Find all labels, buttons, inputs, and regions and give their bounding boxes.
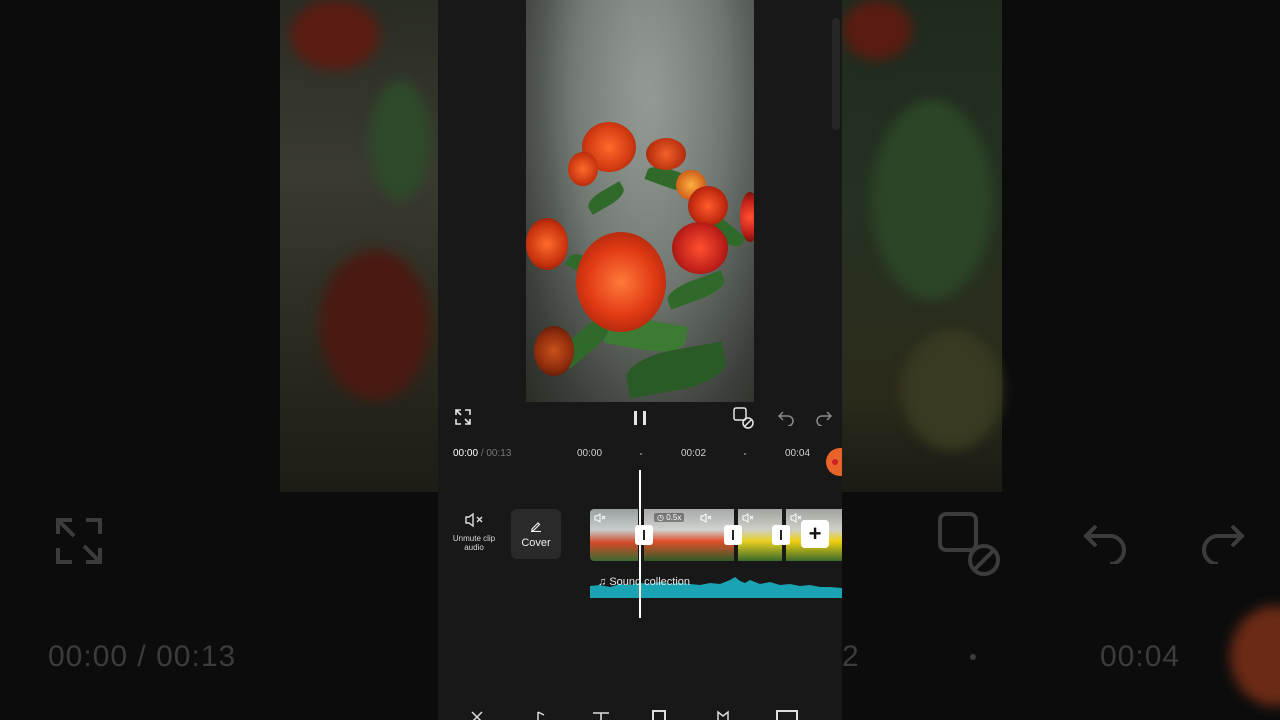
backdrop-undo-icon xyxy=(1082,520,1130,572)
record-button[interactable] xyxy=(826,448,842,476)
pencil-icon xyxy=(530,520,542,535)
backdrop-photo-right xyxy=(842,0,1002,492)
video-clip[interactable]: ◷ 0.5x xyxy=(644,509,734,561)
clip-muted-icon xyxy=(700,513,712,525)
backdrop-total-time: 00:13 xyxy=(156,640,237,673)
music-note-icon: ♫ xyxy=(598,576,607,588)
backdrop-dot xyxy=(970,654,976,660)
expand-icon[interactable] xyxy=(454,408,472,426)
backdrop-separator: / xyxy=(137,640,147,673)
backdrop-partial-time: 2 xyxy=(842,640,860,673)
unmute-label: Unmute clip audio xyxy=(452,534,496,552)
redo-icon[interactable] xyxy=(814,408,834,428)
toolbar-item-format[interactable] xyxy=(776,710,798,720)
unmute-clip-audio-button[interactable]: Unmute clip audio xyxy=(448,512,500,552)
audio-track[interactable]: ♫ Sound collection xyxy=(590,572,842,598)
bottom-toolbar xyxy=(438,706,842,720)
backdrop-current-time: 00:00 xyxy=(48,640,129,673)
keyframe-icon[interactable] xyxy=(732,406,756,430)
transition-button[interactable] xyxy=(772,525,790,545)
playback-controls xyxy=(438,402,842,442)
backdrop-keyframe-icon xyxy=(936,510,1006,588)
backdrop-right: 2 00:04 xyxy=(842,0,1280,720)
speed-badge: ◷ 0.5x xyxy=(654,513,685,522)
current-time: 00:00 xyxy=(453,448,479,459)
backdrop-redo-icon xyxy=(1198,520,1246,572)
audio-label-group: ♫ Sound collection xyxy=(598,576,690,588)
backdrop-expand-icon xyxy=(54,516,104,574)
toolbar-item-effects[interactable] xyxy=(716,710,730,720)
backdrop-record-dot xyxy=(1230,606,1280,706)
clip-muted-icon xyxy=(742,513,754,525)
toolbar-item-edit[interactable] xyxy=(470,710,484,720)
ruler-tick-1: 00:02 xyxy=(681,448,707,459)
ruler-tick-0: 00:00 xyxy=(577,448,603,459)
speaker-muted-icon xyxy=(448,512,500,530)
total-time: 00:13 xyxy=(486,448,512,459)
toolbar-item-audio[interactable] xyxy=(534,710,548,720)
timeline-ruler: 00:00 / 00:13 00:00 00:02 00:04 xyxy=(438,444,842,464)
plus-icon[interactable]: + xyxy=(801,520,829,548)
video-preview[interactable] xyxy=(526,0,754,402)
undo-icon[interactable] xyxy=(776,408,796,428)
backdrop-photo-left xyxy=(280,0,438,492)
cover-button[interactable]: Cover xyxy=(511,509,561,559)
audio-track-label: Sound collection xyxy=(609,576,691,588)
time-display: 00:00 / 00:13 xyxy=(453,448,511,459)
clip-muted-icon xyxy=(594,513,606,525)
transition-button[interactable] xyxy=(724,525,742,545)
backdrop-left: 00:00 / 00:13 xyxy=(0,0,438,720)
preview-area xyxy=(438,0,842,402)
playhead[interactable] xyxy=(639,470,641,618)
cover-label: Cover xyxy=(521,536,551,549)
scroll-indicator[interactable] xyxy=(832,18,840,130)
transition-button[interactable] xyxy=(635,525,653,545)
speed-label: 0.5x xyxy=(666,513,682,522)
video-clip[interactable] xyxy=(590,509,638,561)
backdrop-right-time: 00:04 xyxy=(1100,640,1181,673)
ruler-tick-2: 00:04 xyxy=(785,448,811,459)
toolbar-item-text[interactable] xyxy=(592,710,609,720)
pause-icon[interactable] xyxy=(630,408,650,428)
time-separator: / xyxy=(480,448,484,459)
toolbar-item-overlay[interactable] xyxy=(652,710,666,720)
speed-icon: ◷ xyxy=(657,513,664,522)
video-editor: 00:00 / 00:13 00:00 00:02 00:04 Unmute c… xyxy=(438,0,842,720)
